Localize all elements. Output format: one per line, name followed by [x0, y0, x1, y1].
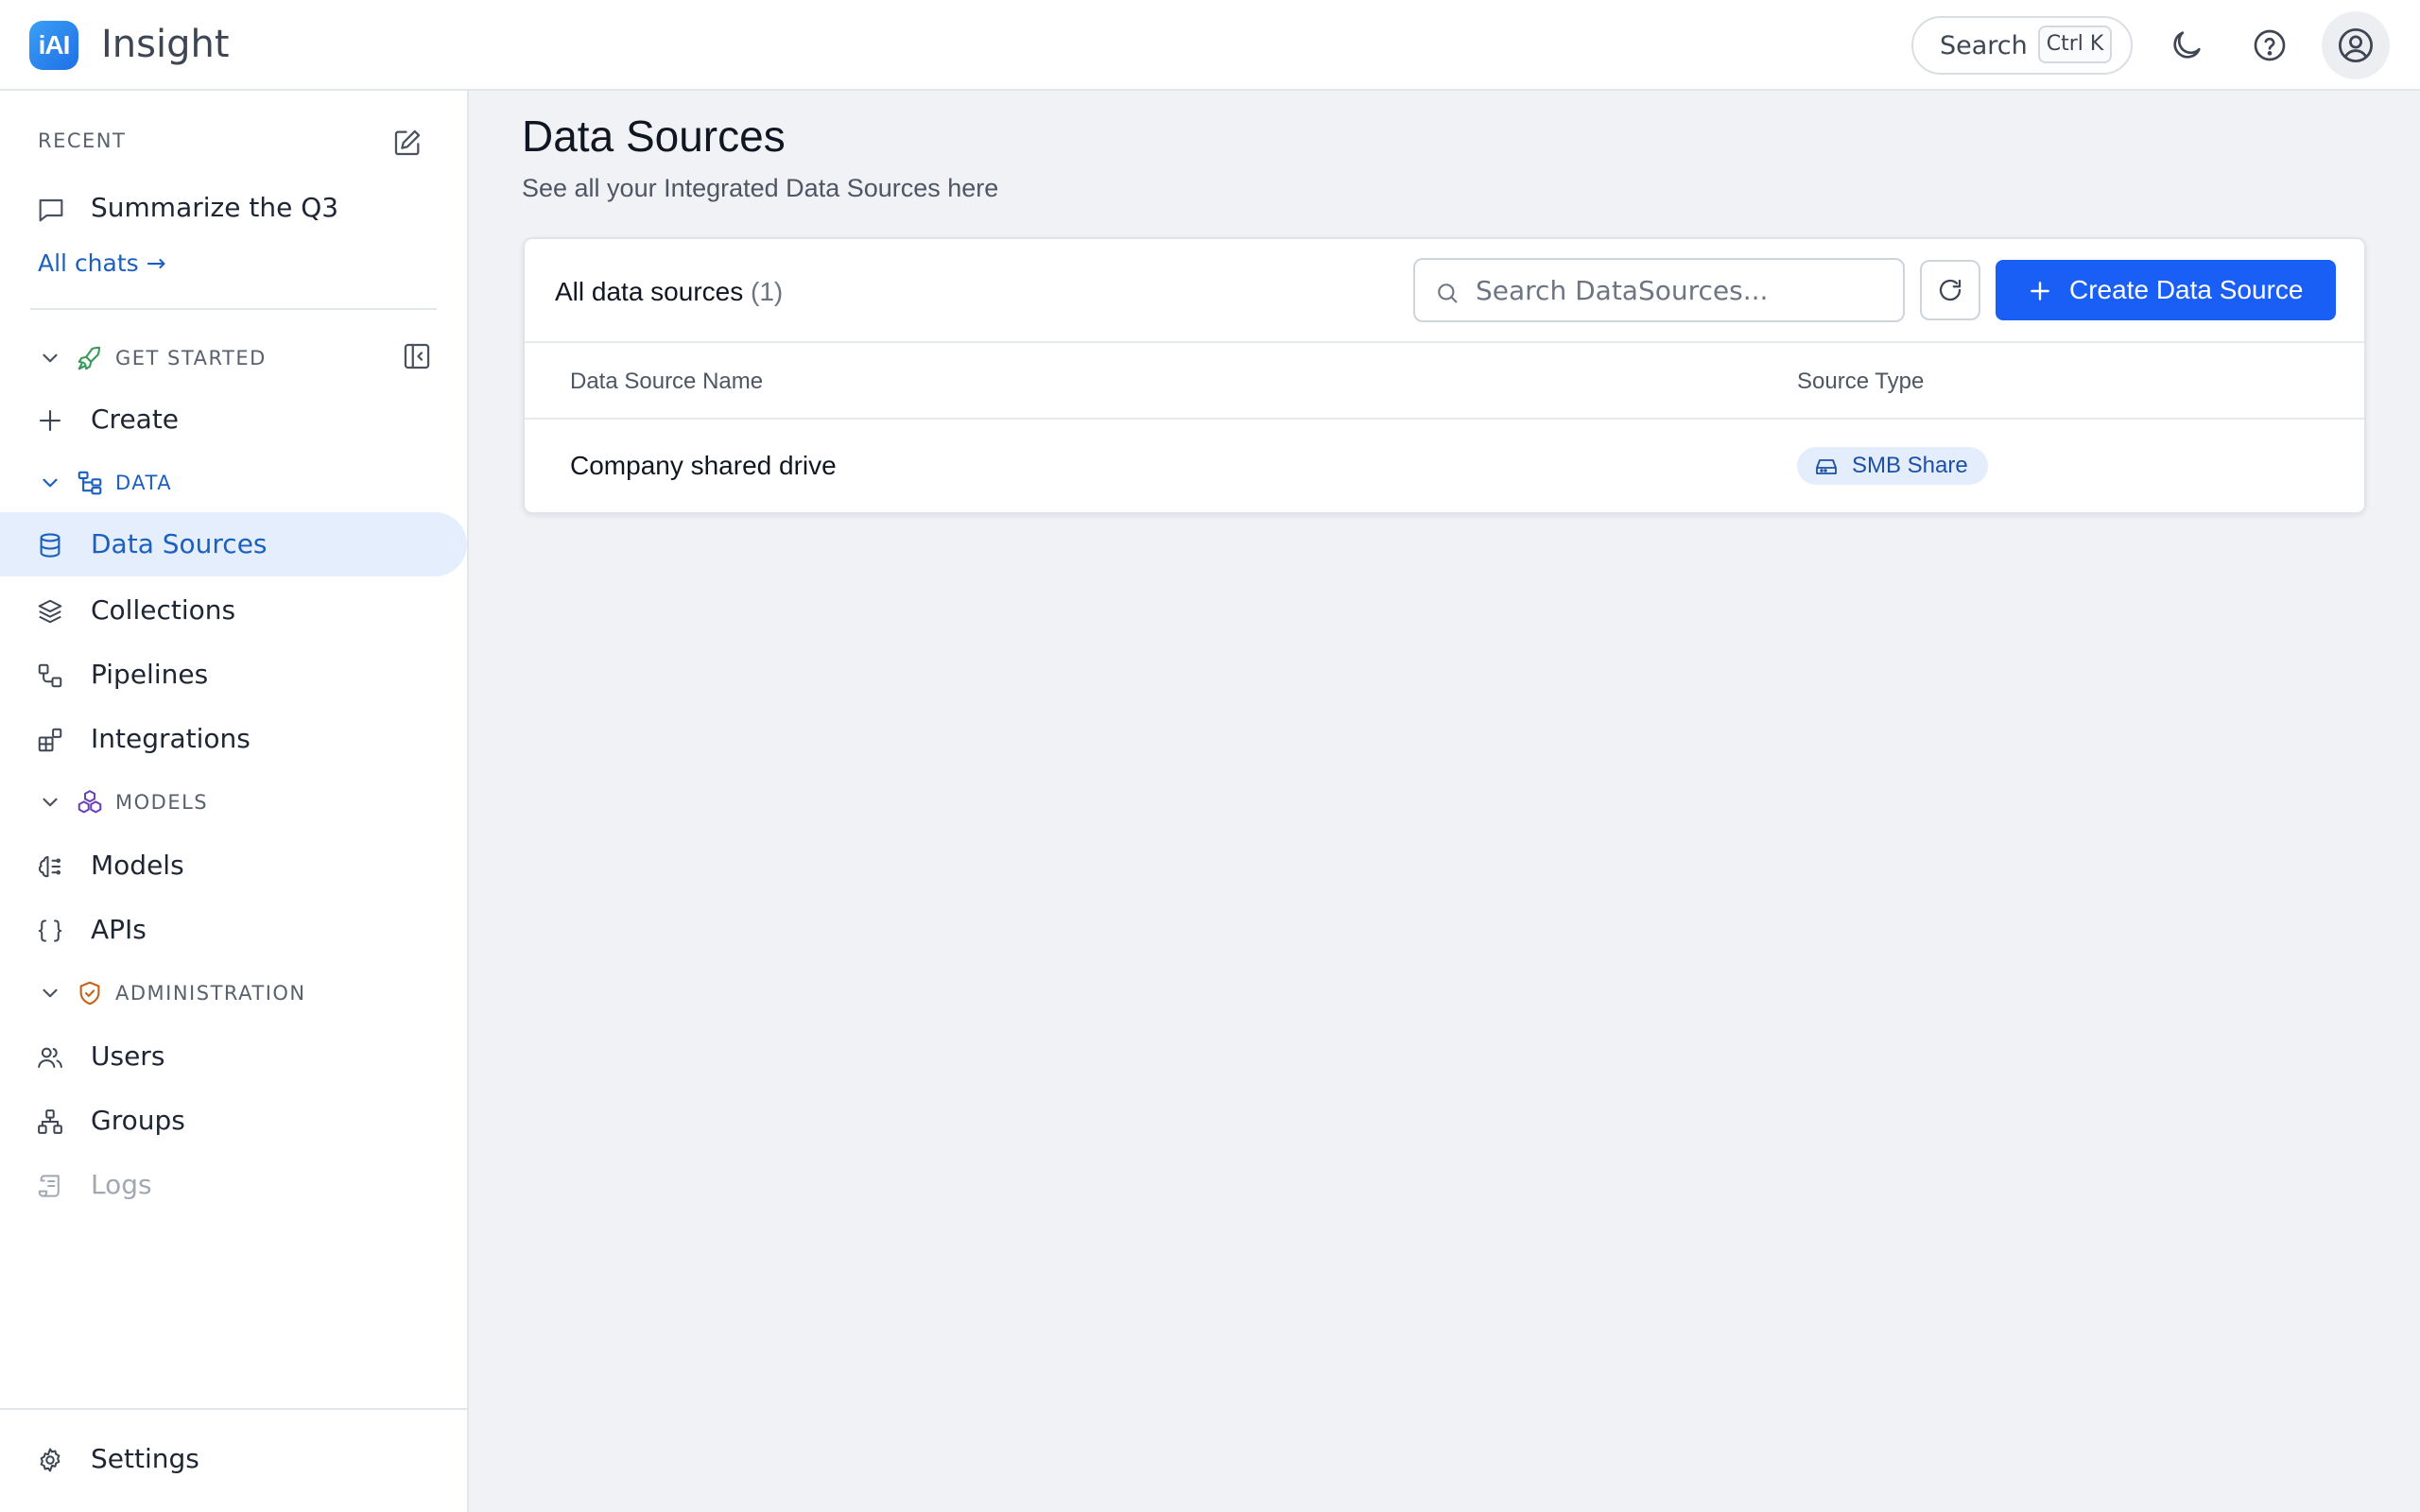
- page-title: Data Sources: [522, 112, 786, 161]
- sidebar-divider: [30, 308, 437, 310]
- sidebar-item-label: Integrations: [91, 723, 251, 754]
- sidebar-item-models[interactable]: Models: [0, 833, 467, 898]
- sidebar-item-collections[interactable]: Collections: [0, 578, 467, 643]
- source-type-label: SMB Share: [1852, 453, 1968, 478]
- sidebar-item-data-sources[interactable]: Data Sources: [0, 512, 467, 576]
- get-started-section-label: GET STARTED: [115, 347, 267, 369]
- sidebar-item-logs[interactable]: Logs: [0, 1153, 467, 1217]
- rocket-icon: [76, 344, 104, 372]
- data-source-name[interactable]: Company shared drive: [570, 450, 837, 482]
- sidebar-item-settings[interactable]: Settings: [0, 1427, 467, 1491]
- sidebar-item-label: Collections: [91, 594, 236, 626]
- chevron-down-icon[interactable]: [38, 981, 62, 1005]
- sidebar-footer-divider: [0, 1408, 467, 1410]
- sidebar: RECENT Summarize the Q3 All chats → GET …: [0, 91, 469, 1512]
- scroll-icon: [36, 1172, 64, 1200]
- chevron-down-icon[interactable]: [38, 346, 62, 370]
- sidebar-item-groups[interactable]: Groups: [0, 1089, 467, 1153]
- shield-check-icon: [76, 979, 104, 1007]
- sidebar-item-label: Users: [91, 1040, 165, 1072]
- sidebar-item-label: Pipelines: [91, 659, 209, 690]
- user-avatar-icon: [2338, 27, 2374, 63]
- global-search-button[interactable]: Search Ctrl K: [1911, 16, 2133, 75]
- workflow-icon: [36, 662, 64, 690]
- sidebar-item-create[interactable]: Create: [0, 387, 467, 452]
- data-sources-card: All data sources (1) Create Data Source …: [523, 237, 2366, 514]
- brain-icon: [36, 852, 64, 881]
- data-section-label: DATA: [115, 472, 173, 494]
- sidebar-item-label: Settings: [91, 1443, 199, 1474]
- plus-icon: [2028, 279, 2052, 303]
- card-title: All data sources (1): [555, 275, 783, 309]
- app-name: Insight: [101, 23, 230, 66]
- table-row[interactable]: Company shared drive SMB Share: [525, 421, 2364, 512]
- sidebar-item-label: Data Sources: [91, 528, 268, 559]
- column-header-name[interactable]: Data Source Name: [570, 368, 763, 396]
- recent-section-label: RECENT: [38, 129, 127, 152]
- cubes-icon: [76, 788, 104, 816]
- card-title-text: All data sources: [555, 277, 744, 306]
- braces-icon: [36, 917, 64, 945]
- create-data-source-button[interactable]: Create Data Source: [1996, 260, 2336, 320]
- sidebar-item-pipelines[interactable]: Pipelines: [0, 643, 467, 707]
- table-header: Data Source Name Source Type: [525, 341, 2364, 420]
- datasource-search-input[interactable]: [1476, 273, 1892, 307]
- top-bar: iAI Insight Search Ctrl K: [0, 0, 2420, 91]
- chat-bubble-icon: [36, 195, 66, 225]
- global-search-label: Search: [1940, 31, 2028, 60]
- hard-drive-icon: [1814, 457, 1839, 476]
- models-section-label: MODELS: [115, 791, 209, 814]
- refresh-icon: [1939, 279, 1962, 301]
- refresh-button[interactable]: [1920, 260, 1980, 320]
- search-icon: [1438, 284, 1458, 303]
- sidebar-item-label: Groups: [91, 1105, 185, 1136]
- search-shortcut-badge: Ctrl K: [2038, 26, 2112, 63]
- folder-tree-icon: [76, 469, 104, 497]
- column-header-source-type[interactable]: Source Type: [1797, 368, 1924, 396]
- sidebar-item-label: Models: [91, 850, 184, 881]
- collapse-sidebar-icon[interactable]: [401, 340, 433, 372]
- sidebar-item-label: Logs: [91, 1169, 152, 1200]
- sidebar-item-users[interactable]: Users: [0, 1024, 467, 1089]
- plus-icon: [36, 406, 64, 435]
- help-icon[interactable]: [2251, 26, 2289, 64]
- app-logo[interactable]: iAI: [29, 21, 78, 70]
- chevron-down-icon[interactable]: [38, 790, 62, 815]
- chevron-down-icon[interactable]: [38, 471, 62, 495]
- administration-section-label: ADMINISTRATION: [115, 982, 306, 1005]
- users-icon: [36, 1043, 64, 1072]
- recent-chat-item[interactable]: Summarize the Q3: [0, 176, 467, 240]
- database-icon: [36, 531, 64, 559]
- blocks-icon: [36, 726, 64, 754]
- datasource-search-box[interactable]: [1413, 258, 1905, 322]
- source-type-badge: SMB Share: [1797, 447, 1988, 485]
- recent-chat-label: Summarize the Q3: [91, 192, 339, 223]
- data-source-count: (1): [751, 277, 784, 306]
- gear-icon: [36, 1446, 64, 1474]
- network-icon: [36, 1108, 64, 1136]
- moon-icon[interactable]: [2168, 26, 2205, 64]
- sidebar-item-apis[interactable]: APIs: [0, 898, 467, 962]
- all-chats-link[interactable]: All chats →: [38, 249, 166, 278]
- create-data-source-label: Create Data Source: [2069, 275, 2304, 304]
- sidebar-item-integrations[interactable]: Integrations: [0, 707, 467, 771]
- page-subtitle: See all your Integrated Data Sources her…: [522, 174, 999, 202]
- sidebar-item-label: Create: [91, 404, 180, 435]
- user-avatar-button[interactable]: [2322, 11, 2390, 79]
- sidebar-item-label: APIs: [91, 914, 147, 945]
- layers-icon: [36, 597, 64, 626]
- new-chat-icon[interactable]: [391, 127, 424, 159]
